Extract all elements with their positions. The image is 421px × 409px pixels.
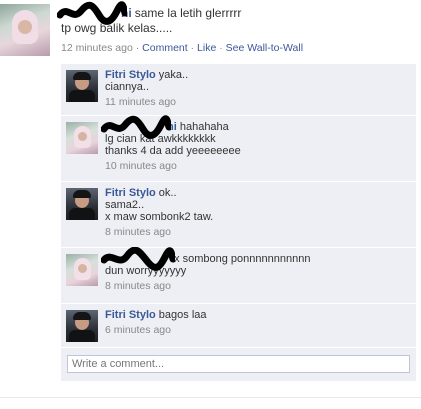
- like-link[interactable]: Like: [197, 42, 216, 54]
- comment-item: Fitri Stylo ok.. sama2.. x maw sombonk2 …: [61, 182, 416, 248]
- author-avatar[interactable]: [0, 4, 50, 56]
- status-text-line1: same la letih glerrrrr: [134, 6, 242, 20]
- commenter-avatar[interactable]: [66, 188, 98, 220]
- post-body: ni same la letih glerrrrr tp owg balik k…: [57, 1, 411, 55]
- comment-composer: Write a comment...: [61, 348, 416, 381]
- post-author-name[interactable]: ni: [57, 1, 132, 26]
- comment-timestamp: 10 minutes ago: [105, 160, 177, 173]
- commenter-name[interactable]: [101, 247, 175, 271]
- post-meta: 12 minutes ago · Comment · Like · See Wa…: [61, 42, 304, 55]
- comment-text: yaka..: [158, 69, 189, 81]
- comment-timestamp: 11 minutes ago: [105, 96, 177, 108]
- comments-list: Fitri Stylo yaka.. ciannya.. 11 minutes …: [61, 64, 416, 381]
- comment-text: x sombong ponnnnnnnnnnn: [174, 253, 311, 265]
- commenter-name[interactable]: Fitri Stylo: [105, 309, 156, 321]
- comment-text: hahahaha: [179, 121, 229, 133]
- commenter-avatar[interactable]: [66, 70, 98, 102]
- comment-text: x maw sombonk2 taw.: [105, 211, 214, 223]
- see-wall-to-wall-link[interactable]: See Wall-to-Wall: [226, 42, 303, 54]
- redaction-scribble: [57, 1, 127, 26]
- commenter-avatar[interactable]: [66, 310, 98, 342]
- comment-item: Fitri Stylo yaka.. ciannya.. 11 minutes …: [61, 64, 416, 116]
- comment-text: ciannya..: [105, 81, 150, 93]
- write-comment-input[interactable]: Write a comment...: [67, 355, 410, 373]
- comment-timestamp: 8 minutes ago: [105, 226, 171, 238]
- comment-text: sama2..: [105, 199, 145, 211]
- redaction-scribble: [101, 115, 171, 139]
- comment-text: bagos laa: [158, 309, 207, 321]
- comment-timestamp: 8 minutes ago: [105, 280, 171, 293]
- comment-item: x sombong ponnnnnnnnnnn dun worryyyyyyy …: [61, 247, 416, 304]
- comment-link[interactable]: Comment: [142, 42, 188, 54]
- comment-timestamp: 6 minutes ago: [105, 324, 171, 336]
- commenter-avatar[interactable]: [66, 122, 98, 154]
- redaction-scribble: [101, 247, 175, 271]
- commenter-name[interactable]: Fitri Stylo: [105, 69, 156, 81]
- wall-post: ni same la letih glerrrrr tp owg balik k…: [0, 0, 421, 409]
- commenter-avatar[interactable]: [66, 254, 98, 286]
- post-timestamp: 12 minutes ago: [61, 42, 133, 55]
- divider: [0, 397, 421, 398]
- commenter-name[interactable]: ni: [101, 115, 180, 139]
- comment-text: ok..: [158, 187, 177, 199]
- comment-item: Fitri Stylo bagos laa 6 minutes ago: [61, 304, 416, 348]
- comment-item: ni hahahaha lg cian kat awkkkkkkkk thank…: [61, 115, 416, 182]
- commenter-name[interactable]: Fitri Stylo: [105, 187, 156, 199]
- comment-text: thanks 4 da add yeeeeeeee: [105, 145, 241, 158]
